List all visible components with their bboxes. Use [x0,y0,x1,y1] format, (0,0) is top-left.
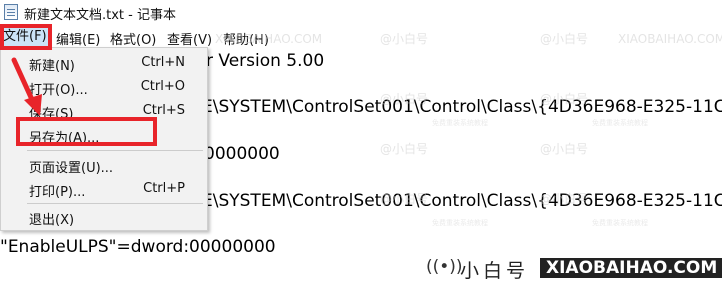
watermark-text: @小白号 [540,192,589,206]
menu-edit[interactable]: 编辑(E) [56,29,100,48]
menu-item-label: 新建(N) [29,59,75,74]
watermark-sub: 免费重装系统教程 [432,119,488,127]
text-line-3: 0000000 [204,144,280,164]
window-title: 新建文本文档.txt - 记事本 [24,8,176,23]
radio-waves-icon: ((•)) [426,257,463,277]
watermark-domain: XIAOBAIHAO.COM [215,32,323,46]
notepad-app-icon [4,4,18,20]
menu-item-exit[interactable]: 退出(X) [1,205,207,229]
menu-item-label: 打印(P)... [29,185,86,200]
menu-separator [27,203,203,204]
menu-item-shortcut: Ctrl+P [143,181,185,196]
menu-file[interactable]: 文件(F) [0,26,50,47]
menu-separator [27,150,203,151]
watermark-text: @小白号 [540,92,589,106]
watermark-domain: XIAOBAIHAO.COM [618,32,722,46]
menu-item-save[interactable]: 保存(S) Ctrl+S [1,99,207,123]
watermark-text: @小白号 [540,32,589,46]
menu-format[interactable]: 格式(O) [110,29,156,48]
text-line-2: E\SYSTEM\ControlSet001\Control\Class\{4D… [202,97,722,117]
title-bar: 新建文本文档.txt - 记事本 [0,0,722,26]
menu-item-label: 页面设置(U)... [29,161,114,176]
logo-text-en: XIAOBAIHAO.COM [540,258,722,278]
file-menu-dropdown: 新建(N) Ctrl+N 打开(O)... Ctrl+O 保存(S) Ctrl+… [0,47,208,231]
menu-view[interactable]: 查看(V) [167,29,212,48]
menu-item-page-setup[interactable]: 页面设置(U)... [1,153,207,177]
text-line-4: E\SYSTEM\ControlSet001\Control\Class\{4D… [202,191,722,211]
watermark-text: @小白号 [380,192,429,206]
watermark-sub: 免费重装系统教程 [432,219,488,227]
watermark-text: @小白号 [380,142,429,156]
watermark-text: @小白号 [380,92,429,106]
menu-item-shortcut: Ctrl+S [142,103,185,118]
text-line-5: "EnableULPS"=dword:00000000 [0,237,276,257]
menu-item-new[interactable]: 新建(N) Ctrl+N [1,51,207,75]
text-line-1: r Version 5.00 [206,51,325,71]
watermark-text: @小白号 [380,32,429,46]
menu-item-label: 保存(S) [29,107,74,122]
menu-bar: 文件(F) 编辑(E) 格式(O) 查看(V) 帮助(H) [0,26,722,48]
menu-item-open[interactable]: 打开(O)... Ctrl+O [1,75,207,99]
watermark-text: @小白号 [540,142,589,156]
menu-item-shortcut: Ctrl+O [140,79,185,94]
menu-item-shortcut: Ctrl+N [141,55,185,70]
watermark-sub: 免费重装系统教程 [592,119,648,127]
menu-item-print[interactable]: 打印(P)... Ctrl+P [1,177,207,201]
logo-text-cn: 小白号 [460,260,530,282]
watermark-sub: 免费重装系统教程 [592,219,648,227]
menu-item-label: 另存为(A)... [29,131,100,146]
menu-item-save-as[interactable]: 另存为(A)... [1,123,207,147]
menu-item-label: 退出(X) [29,213,75,228]
menu-item-label: 打开(O)... [29,83,88,98]
